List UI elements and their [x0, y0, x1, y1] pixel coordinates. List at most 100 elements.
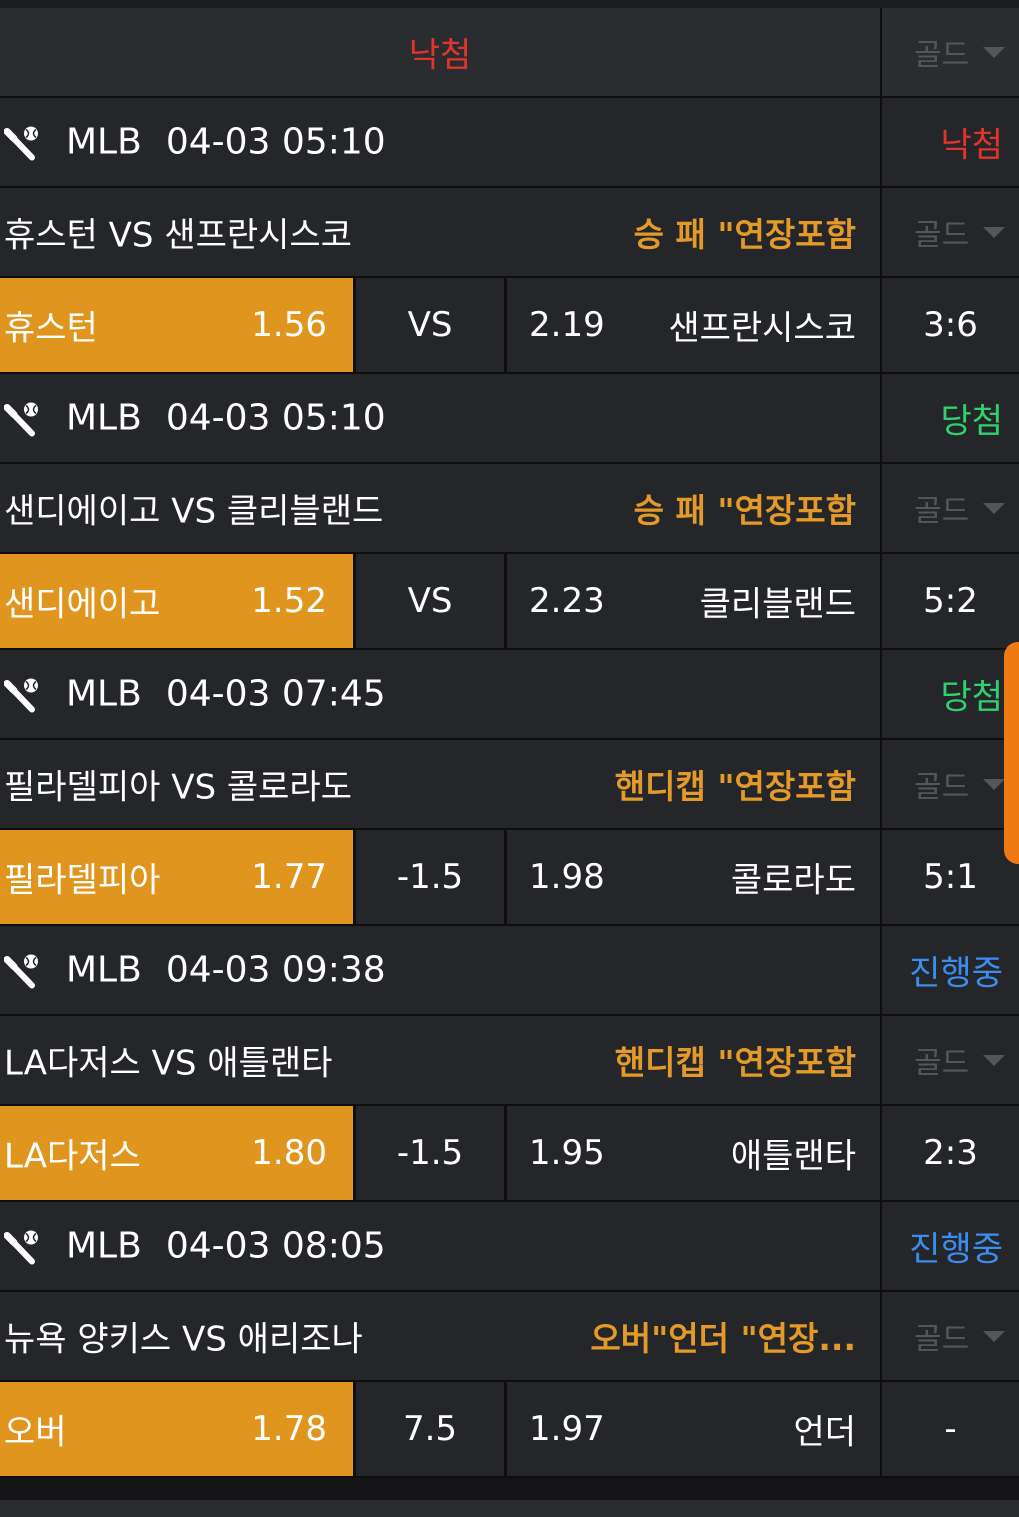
- bet-type-label: 오버"언더 "연장...: [590, 1319, 856, 1358]
- away-odd: 1.97: [529, 1409, 605, 1449]
- bet-filter-dropdown[interactable]: 골드: [880, 464, 1019, 554]
- odds-row: 샌디에이고 1.52 VS 2.23 클리블랜드 5:2: [0, 554, 1019, 650]
- match-name-row: LA다저스 VS 애틀랜타 핸디캡 "연장포함 골드: [0, 1016, 1019, 1106]
- chevron-down-icon: [983, 778, 1006, 790]
- match-datetime: 04-03 08:05: [165, 1225, 386, 1267]
- score-cell: 5:1: [880, 830, 1019, 926]
- bottom-bar: [0, 1478, 1019, 1517]
- bet-history-list: 낙첨 골드 MLB 04-03 05:10 낙첨 휴스턴 VS 샌프란시스코 승…: [0, 0, 1019, 1517]
- home-odds-button[interactable]: 샌디에이고 1.52: [0, 554, 353, 650]
- odds-row: 오버 1.78 7.5 1.97 언더 -: [0, 1382, 1019, 1478]
- chevron-down-icon: [983, 46, 1006, 58]
- league-name: MLB: [66, 673, 142, 715]
- away-odds-button[interactable]: 1.95 애틀랜타: [504, 1106, 880, 1202]
- status-badge: 낙첨: [940, 125, 1003, 166]
- away-team: 클리블랜드: [699, 584, 856, 625]
- match-name-row: 휴스턴 VS 샌프란시스코 승 패 "연장포함 골드: [0, 188, 1019, 278]
- home-team: 필라델피아: [4, 860, 161, 901]
- filter-dropdown[interactable]: 골드: [880, 8, 1019, 98]
- league-name: MLB: [66, 121, 142, 163]
- away-odds-button[interactable]: 1.98 콜로라도: [504, 830, 880, 926]
- away-team: 콜로라도: [730, 860, 856, 901]
- away-odd: 1.98: [529, 857, 605, 897]
- match-score: 5:2: [923, 581, 978, 621]
- handicap-value: VS: [407, 305, 453, 345]
- filter-label: 골드: [914, 1046, 970, 1081]
- baseball-icon: [4, 675, 42, 713]
- home-odd: 1.78: [251, 1409, 327, 1449]
- match-datetime: 04-03 07:45: [165, 673, 386, 715]
- away-team: 언더: [793, 1412, 856, 1453]
- odds-row: LA다저스 1.80 -1.5 1.95 애틀랜타 2:3: [0, 1106, 1019, 1202]
- filter-label: 골드: [914, 494, 970, 529]
- home-team: LA다저스: [4, 1136, 141, 1177]
- side-drawer-handle[interactable]: [1004, 642, 1019, 864]
- handicap-cell[interactable]: VS: [353, 554, 504, 650]
- home-odds-button[interactable]: LA다저스 1.80: [0, 1106, 353, 1202]
- match-header-row: MLB 04-03 05:10 당첨: [0, 374, 1019, 464]
- bet-type-label: 핸디캡 "연장포함: [614, 1043, 856, 1082]
- match-header-row: MLB 04-03 08:05 진행중: [0, 1202, 1019, 1292]
- match-name: 샌디에이고 VS 클리블랜드: [4, 491, 384, 532]
- bet-type-label: 승 패 "연장포함: [633, 215, 856, 254]
- home-odds-button[interactable]: 휴스턴 1.56: [0, 278, 353, 374]
- away-odd: 2.23: [529, 581, 605, 621]
- baseball-icon: [4, 951, 42, 989]
- handicap-value: 7.5: [402, 1409, 458, 1449]
- baseball-icon: [4, 1227, 42, 1265]
- result-title: 낙첨: [408, 35, 472, 76]
- away-odd: 2.19: [529, 305, 605, 345]
- header-result-cell: 낙첨: [0, 8, 880, 98]
- match-header-row: MLB 04-03 07:45 당첨: [0, 650, 1019, 740]
- handicap-cell[interactable]: -1.5: [353, 1106, 504, 1202]
- away-odd: 1.95: [529, 1133, 605, 1173]
- match-datetime: 04-03 05:10: [165, 121, 386, 163]
- away-odds-button[interactable]: 2.19 샌프란시스코: [504, 278, 880, 374]
- bet-filter-dropdown[interactable]: 골드: [880, 1016, 1019, 1106]
- match-name-row: 샌디에이고 VS 클리블랜드 승 패 "연장포함 골드: [0, 464, 1019, 554]
- filter-label: 골드: [914, 1322, 970, 1357]
- status-badge: 진행중: [909, 1229, 1003, 1270]
- handicap-cell[interactable]: 7.5: [353, 1382, 504, 1478]
- header-row: 낙첨 골드: [0, 8, 1019, 98]
- filter-label: 골드: [914, 218, 970, 253]
- match-name-row: 필라델피아 VS 콜로라도 핸디캡 "연장포함 골드: [0, 740, 1019, 830]
- handicap-cell[interactable]: -1.5: [353, 830, 504, 926]
- filter-label: 골드: [914, 770, 970, 805]
- match-score: 2:3: [923, 1133, 978, 1173]
- handicap-value: -1.5: [396, 857, 464, 897]
- handicap-value: VS: [407, 581, 453, 621]
- home-odd: 1.56: [251, 305, 327, 345]
- filter-label: 골드: [914, 38, 970, 73]
- status-badge: 당첨: [940, 401, 1003, 442]
- home-odd: 1.77: [251, 857, 327, 897]
- bet-filter-dropdown[interactable]: 골드: [880, 1292, 1019, 1382]
- bet-filter-dropdown[interactable]: 골드: [880, 740, 1019, 830]
- home-odds-button[interactable]: 필라델피아 1.77: [0, 830, 353, 926]
- home-team: 오버: [4, 1412, 67, 1453]
- score-cell: 3:6: [880, 278, 1019, 374]
- match-name: LA다저스 VS 애틀랜타: [4, 1043, 333, 1084]
- away-odds-button[interactable]: 2.23 클리블랜드: [504, 554, 880, 650]
- chevron-down-icon: [983, 502, 1006, 514]
- away-odds-button[interactable]: 1.97 언더: [504, 1382, 880, 1478]
- handicap-value: -1.5: [396, 1133, 464, 1173]
- handicap-cell[interactable]: VS: [353, 278, 504, 374]
- bet-type-label: 핸디캡 "연장포함: [614, 767, 856, 806]
- home-odds-button[interactable]: 오버 1.78: [0, 1382, 353, 1478]
- match-name-row: 뉴욕 양키스 VS 애리조나 오버"언더 "연장... 골드: [0, 1292, 1019, 1382]
- score-cell: 5:2: [880, 554, 1019, 650]
- baseball-icon: [4, 399, 42, 437]
- match-name: 필라델피아 VS 콜로라도: [4, 767, 352, 808]
- bet-filter-dropdown[interactable]: 골드: [880, 188, 1019, 278]
- home-odd: 1.80: [251, 1133, 327, 1173]
- bet-type-label: 승 패 "연장포함: [633, 491, 856, 530]
- away-team: 애틀랜타: [730, 1136, 856, 1177]
- baseball-icon: [4, 123, 42, 161]
- odds-row: 휴스턴 1.56 VS 2.19 샌프란시스코 3:6: [0, 278, 1019, 374]
- home-team: 샌디에이고: [4, 584, 161, 625]
- league-name: MLB: [66, 397, 142, 439]
- match-score: -: [944, 1409, 957, 1449]
- home-team: 휴스턴: [4, 308, 98, 349]
- chevron-down-icon: [983, 1330, 1006, 1342]
